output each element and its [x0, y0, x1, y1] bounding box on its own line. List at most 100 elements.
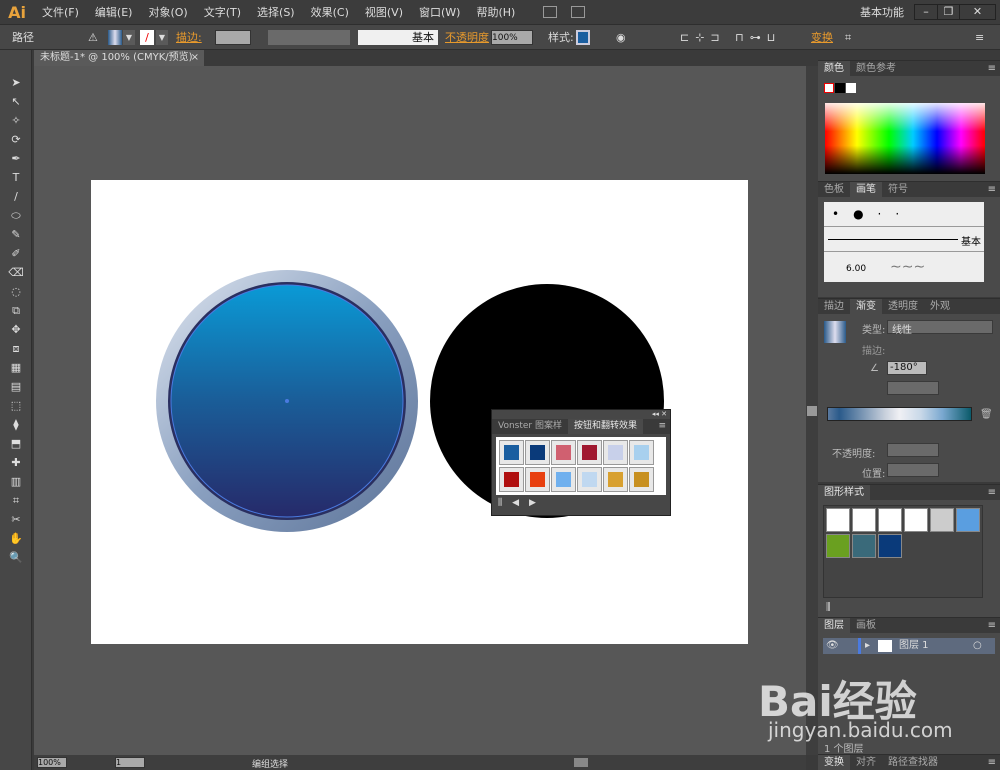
aspect-ratio-input[interactable]	[887, 381, 939, 395]
tab-pathfinder[interactable]: 路径查找器	[882, 755, 944, 770]
menu-item[interactable]: 对象(O)	[140, 4, 195, 20]
styles-footer[interactable]: ⫼	[826, 602, 831, 613]
graphic-style-swatch[interactable]	[826, 508, 850, 532]
style-swatch[interactable]	[629, 467, 654, 492]
graphic-style-swatch[interactable]	[826, 534, 850, 558]
panel-menu-icon[interactable]: ≡	[988, 755, 1000, 770]
transform-link[interactable]: 变换	[811, 30, 833, 45]
isolate-icon[interactable]: ⌗	[845, 30, 851, 45]
align-icons[interactable]: ⊏⊹⊐ ⊓⊶⊔	[680, 30, 781, 45]
tab-gradient-3[interactable]: 外观	[924, 299, 956, 314]
menu-item[interactable]: 选择(S)	[249, 4, 303, 20]
tool-button[interactable]: ⟳	[8, 132, 24, 148]
panel-menu-icon[interactable]: ≡	[988, 485, 1000, 500]
tab-gradient-1[interactable]: 渐变	[850, 299, 882, 314]
opacity-input[interactable]: 100%	[491, 30, 533, 45]
style-swatch[interactable]	[577, 467, 602, 492]
menu-item[interactable]: 文件(F)	[34, 4, 87, 20]
tab-graphic-styles[interactable]: 图形样式	[818, 485, 870, 500]
tab-color-guide[interactable]: 颜色参考	[850, 61, 902, 76]
tab-transform[interactable]: 变换	[818, 755, 850, 770]
tool-button[interactable]: ✐	[8, 246, 24, 262]
brush-dots[interactable]: •●··	[824, 202, 984, 227]
position-input[interactable]	[887, 463, 939, 477]
float-panel-controls[interactable]: ◂◂ ✕	[492, 410, 670, 419]
brush-6[interactable]: 6.00 ∼∼∼	[824, 252, 984, 276]
fill-swatch[interactable]	[108, 30, 122, 45]
style-swatch[interactable]	[576, 30, 590, 45]
variable-width-select[interactable]	[268, 30, 350, 45]
graphic-style-swatch[interactable]	[878, 508, 902, 532]
tool-button[interactable]: ⧫	[8, 417, 24, 433]
panel-menu-icon[interactable]: ≡	[988, 61, 1000, 76]
graphic-style-swatch[interactable]	[852, 508, 876, 532]
tab-align[interactable]: 对齐	[850, 755, 882, 770]
canvas[interactable]: ◂◂ ✕ Vonster 图案样 按钮和翻转效果 ≡ ⫼◀▶	[34, 66, 806, 755]
tab-gradient-0[interactable]: 描边	[818, 299, 850, 314]
tab-color[interactable]: 颜色	[818, 61, 850, 76]
tab-vonster[interactable]: Vonster 图案样	[492, 419, 568, 434]
recolor-icon[interactable]: ◉	[616, 30, 626, 45]
tool-button[interactable]: ↖	[8, 94, 24, 110]
stroke-swatch[interactable]: /	[140, 30, 154, 45]
menu-item[interactable]: 帮助(H)	[468, 4, 523, 20]
opacity-label[interactable]: 不透明度	[445, 30, 489, 45]
gradient-swatch[interactable]	[824, 321, 846, 343]
tool-button[interactable]: ▦	[8, 360, 24, 376]
panel-menu-icon[interactable]: ≡	[988, 618, 1000, 633]
tab-brushes[interactable]: 画笔	[850, 182, 882, 197]
stroke-label[interactable]: 描边:	[176, 30, 202, 45]
none-swatch[interactable]	[824, 83, 834, 93]
panel-menu-icon[interactable]: ≡	[975, 30, 984, 45]
minimize-button[interactable]: –	[915, 5, 937, 19]
close-window-button[interactable]: ✕	[959, 5, 995, 19]
style-swatch[interactable]	[603, 467, 628, 492]
style-swatch[interactable]	[499, 440, 524, 465]
gradient-slider[interactable]	[827, 407, 972, 421]
tab-layers[interactable]: 图层	[818, 618, 850, 633]
tool-button[interactable]: ◌	[8, 284, 24, 300]
artboard-select[interactable]: 1	[115, 757, 145, 768]
tool-button[interactable]: ⬭	[8, 208, 24, 224]
bridge-icon[interactable]	[543, 6, 558, 18]
tool-button[interactable]: T	[8, 170, 24, 186]
tool-button[interactable]: ▤	[8, 379, 24, 395]
tab-buttons-rollovers[interactable]: 按钮和翻转效果	[568, 419, 644, 434]
current-tool-status[interactable]: 编组选择	[252, 757, 288, 770]
tool-button[interactable]: ✧	[8, 113, 24, 129]
tool-button[interactable]: ✎	[8, 227, 24, 243]
style-swatch[interactable]	[629, 440, 654, 465]
expand-icon[interactable]: ▸	[865, 638, 870, 654]
menu-item[interactable]: 文字(T)	[196, 4, 249, 20]
panel-menu-icon[interactable]: ≡	[988, 182, 1000, 197]
tab-symbols[interactable]: 符号	[882, 182, 914, 197]
layer-name[interactable]: 图层 1	[899, 638, 929, 654]
fill-dropdown[interactable]: ▼	[123, 30, 135, 45]
stroke-dropdown[interactable]: ▼	[156, 30, 168, 45]
style-swatch[interactable]	[577, 440, 602, 465]
style-swatch[interactable]	[551, 467, 576, 492]
opacity-input[interactable]	[887, 443, 939, 457]
tool-button[interactable]: /	[8, 189, 24, 205]
tool-button[interactable]: ⌫	[8, 265, 24, 281]
color-spectrum[interactable]	[825, 103, 985, 174]
layer-row[interactable]: 👁 ▸ 图层 1 ○	[823, 638, 995, 654]
horizontal-scrollbar-thumb[interactable]	[574, 758, 588, 767]
menu-item[interactable]: 效果(C)	[303, 4, 357, 20]
tool-button[interactable]: ⬚	[8, 398, 24, 414]
gradient-type-select[interactable]: 线性	[887, 320, 993, 336]
stroke-weight-input[interactable]	[215, 30, 251, 45]
document-tab[interactable]: 未标题-1* @ 100% (CMYK/预览) ×	[34, 50, 204, 66]
tab-gradient-2[interactable]: 透明度	[882, 299, 924, 314]
tab-swatches[interactable]: 色板	[818, 182, 850, 197]
tool-button[interactable]: ✒	[8, 151, 24, 167]
graphic-style-swatch[interactable]	[904, 508, 928, 532]
tool-button[interactable]: ⬒	[8, 436, 24, 452]
style-swatch[interactable]	[603, 440, 628, 465]
style-swatch[interactable]	[525, 440, 550, 465]
graphic-style-swatch[interactable]	[852, 534, 876, 558]
float-panel-footer[interactable]: ⫼◀▶	[492, 498, 670, 508]
style-swatch[interactable]	[551, 440, 576, 465]
zoom-select[interactable]: 100%	[37, 757, 67, 768]
restore-button[interactable]: ❐	[937, 5, 959, 19]
